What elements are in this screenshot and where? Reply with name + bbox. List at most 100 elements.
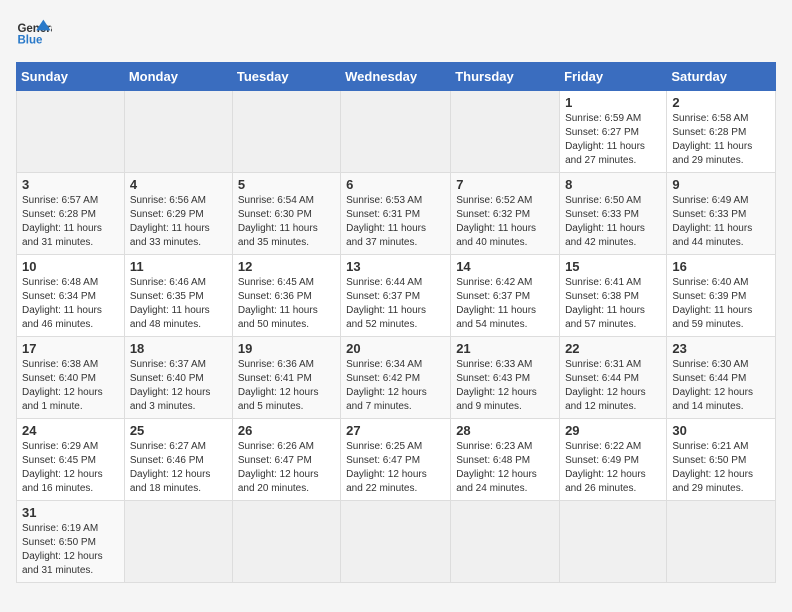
day-info: Sunrise: 6:59 AM Sunset: 6:27 PM Dayligh… xyxy=(565,112,661,168)
day-info: Sunrise: 6:42 AM Sunset: 6:37 PM Dayligh… xyxy=(456,276,554,332)
calendar-cell: 22 Sunrise: 6:31 AM Sunset: 6:44 PM Dayli… xyxy=(560,337,667,419)
header-day-wednesday: Wednesday xyxy=(341,63,451,91)
calendar-header-row: SundayMondayTuesdayWednesdayThursdayFrid… xyxy=(17,63,776,91)
calendar-cell xyxy=(341,501,451,583)
calendar-cell: 27Sunrise: 6:25 AM Sunset: 6:47 PM Dayli… xyxy=(341,419,451,501)
day-number: 30 xyxy=(672,423,770,438)
day-number: 16 xyxy=(672,259,770,274)
calendar-cell: 10 Sunrise: 6:48 AM Sunset: 6:34 PM Dayli… xyxy=(17,255,125,337)
day-info: Sunrise: 6:41 AM Sunset: 6:38 PM Dayligh… xyxy=(565,276,661,332)
calendar-cell: 6 Sunrise: 6:53 AM Sunset: 6:31 PM Daylig… xyxy=(341,173,451,255)
calendar-cell: 9Sunrise: 6:49 AM Sunset: 6:33 PM Daylig… xyxy=(667,173,776,255)
calendar-cell: 20 Sunrise: 6:34 AM Sunset: 6:42 PM Dayli… xyxy=(341,337,451,419)
calendar-cell xyxy=(124,91,232,173)
day-info: Sunrise: 6:30 AM Sunset: 6:44 PM Dayligh… xyxy=(672,358,770,414)
day-info: Sunrise: 6:29 AM Sunset: 6:45 PM Dayligh… xyxy=(22,440,119,496)
calendar-cell: 12 Sunrise: 6:45 AM Sunset: 6:36 PM Dayli… xyxy=(232,255,340,337)
calendar-week-0: 1 Sunrise: 6:59 AM Sunset: 6:27 PM Daylig… xyxy=(17,91,776,173)
calendar-cell xyxy=(667,501,776,583)
calendar-cell: 19 Sunrise: 6:36 AM Sunset: 6:41 PM Dayli… xyxy=(232,337,340,419)
day-info: Sunrise: 6:37 AM Sunset: 6:40 PM Dayligh… xyxy=(130,358,227,414)
day-number: 1 xyxy=(565,95,661,110)
day-number: 28 xyxy=(456,423,554,438)
day-info: Sunrise: 6:36 AM Sunset: 6:41 PM Dayligh… xyxy=(238,358,335,414)
calendar-cell: 21Sunrise: 6:33 AM Sunset: 6:43 PM Dayli… xyxy=(451,337,560,419)
calendar-cell xyxy=(17,91,125,173)
svg-text:Blue: Blue xyxy=(17,34,43,46)
day-info: Sunrise: 6:54 AM Sunset: 6:30 PM Dayligh… xyxy=(238,194,335,250)
header-day-saturday: Saturday xyxy=(667,63,776,91)
day-info: Sunrise: 6:58 AM Sunset: 6:28 PM Dayligh… xyxy=(672,112,770,168)
calendar-cell: 29Sunrise: 6:22 AM Sunset: 6:49 PM Dayli… xyxy=(560,419,667,501)
calendar-cell: 3 Sunrise: 6:57 AM Sunset: 6:28 PM Daylig… xyxy=(17,173,125,255)
day-number: 6 xyxy=(346,177,445,192)
calendar-week-3: 17 Sunrise: 6:38 AM Sunset: 6:40 PM Dayli… xyxy=(17,337,776,419)
calendar-cell: 24 Sunrise: 6:29 AM Sunset: 6:45 PM Dayli… xyxy=(17,419,125,501)
day-number: 23 xyxy=(672,341,770,356)
day-number: 15 xyxy=(565,259,661,274)
day-info: Sunrise: 6:38 AM Sunset: 6:40 PM Dayligh… xyxy=(22,358,119,414)
day-info: Sunrise: 6:50 AM Sunset: 6:33 PM Dayligh… xyxy=(565,194,661,250)
calendar-cell: 30 Sunrise: 6:21 AM Sunset: 6:50 PM Dayli… xyxy=(667,419,776,501)
day-info: Sunrise: 6:56 AM Sunset: 6:29 PM Dayligh… xyxy=(130,194,227,250)
calendar-cell xyxy=(451,91,560,173)
day-info: Sunrise: 6:40 AM Sunset: 6:39 PM Dayligh… xyxy=(672,276,770,332)
calendar-cell xyxy=(560,501,667,583)
day-number: 17 xyxy=(22,341,119,356)
day-number: 31 xyxy=(22,505,119,520)
calendar-cell xyxy=(341,91,451,173)
calendar-cell: 15 Sunrise: 6:41 AM Sunset: 6:38 PM Dayli… xyxy=(560,255,667,337)
day-info: Sunrise: 6:45 AM Sunset: 6:36 PM Dayligh… xyxy=(238,276,335,332)
calendar-cell: 2 Sunrise: 6:58 AM Sunset: 6:28 PM Daylig… xyxy=(667,91,776,173)
calendar-cell: 8 Sunrise: 6:50 AM Sunset: 6:33 PM Daylig… xyxy=(560,173,667,255)
day-info: Sunrise: 6:21 AM Sunset: 6:50 PM Dayligh… xyxy=(672,440,770,496)
calendar-cell xyxy=(232,501,340,583)
calendar-cell: 1 Sunrise: 6:59 AM Sunset: 6:27 PM Daylig… xyxy=(560,91,667,173)
day-info: Sunrise: 6:52 AM Sunset: 6:32 PM Dayligh… xyxy=(456,194,554,250)
calendar-cell: 28Sunrise: 6:23 AM Sunset: 6:48 PM Dayli… xyxy=(451,419,560,501)
day-number: 13 xyxy=(346,259,445,274)
calendar-cell xyxy=(451,501,560,583)
day-info: Sunrise: 6:34 AM Sunset: 6:42 PM Dayligh… xyxy=(346,358,445,414)
header-day-friday: Friday xyxy=(560,63,667,91)
calendar-cell: 26Sunrise: 6:26 AM Sunset: 6:47 PM Dayli… xyxy=(232,419,340,501)
logo-icon: General Blue xyxy=(16,16,52,52)
day-info: Sunrise: 6:46 AM Sunset: 6:35 PM Dayligh… xyxy=(130,276,227,332)
calendar-cell: 5 Sunrise: 6:54 AM Sunset: 6:30 PM Daylig… xyxy=(232,173,340,255)
day-info: Sunrise: 6:53 AM Sunset: 6:31 PM Dayligh… xyxy=(346,194,445,250)
day-info: Sunrise: 6:57 AM Sunset: 6:28 PM Dayligh… xyxy=(22,194,119,250)
day-info: Sunrise: 6:27 AM Sunset: 6:46 PM Dayligh… xyxy=(130,440,227,496)
calendar-cell: 31 Sunrise: 6:19 AM Sunset: 6:50 PM Dayli… xyxy=(17,501,125,583)
calendar-cell: 13Sunrise: 6:44 AM Sunset: 6:37 PM Dayli… xyxy=(341,255,451,337)
day-number: 22 xyxy=(565,341,661,356)
page-header: General Blue xyxy=(16,16,776,52)
day-number: 8 xyxy=(565,177,661,192)
calendar-cell: 23 Sunrise: 6:30 AM Sunset: 6:44 PM Dayli… xyxy=(667,337,776,419)
day-number: 19 xyxy=(238,341,335,356)
calendar-cell: 18 Sunrise: 6:37 AM Sunset: 6:40 PM Dayli… xyxy=(124,337,232,419)
day-info: Sunrise: 6:48 AM Sunset: 6:34 PM Dayligh… xyxy=(22,276,119,332)
day-number: 14 xyxy=(456,259,554,274)
calendar-table: SundayMondayTuesdayWednesdayThursdayFrid… xyxy=(16,62,776,583)
day-number: 10 xyxy=(22,259,119,274)
day-number: 12 xyxy=(238,259,335,274)
day-number: 20 xyxy=(346,341,445,356)
day-number: 24 xyxy=(22,423,119,438)
day-info: Sunrise: 6:19 AM Sunset: 6:50 PM Dayligh… xyxy=(22,522,119,578)
day-info: Sunrise: 6:26 AM Sunset: 6:47 PM Dayligh… xyxy=(238,440,335,496)
day-number: 5 xyxy=(238,177,335,192)
day-number: 25 xyxy=(130,423,227,438)
calendar-week-2: 10 Sunrise: 6:48 AM Sunset: 6:34 PM Dayli… xyxy=(17,255,776,337)
day-number: 18 xyxy=(130,341,227,356)
day-info: Sunrise: 6:31 AM Sunset: 6:44 PM Dayligh… xyxy=(565,358,661,414)
calendar-cell: 16 Sunrise: 6:40 AM Sunset: 6:39 PM Dayli… xyxy=(667,255,776,337)
day-number: 2 xyxy=(672,95,770,110)
day-number: 21 xyxy=(456,341,554,356)
day-info: Sunrise: 6:49 AM Sunset: 6:33 PM Dayligh… xyxy=(672,194,770,250)
day-number: 29 xyxy=(565,423,661,438)
header-day-sunday: Sunday xyxy=(17,63,125,91)
day-number: 4 xyxy=(130,177,227,192)
calendar-week-5: 31 Sunrise: 6:19 AM Sunset: 6:50 PM Dayli… xyxy=(17,501,776,583)
day-number: 3 xyxy=(22,177,119,192)
header-day-tuesday: Tuesday xyxy=(232,63,340,91)
